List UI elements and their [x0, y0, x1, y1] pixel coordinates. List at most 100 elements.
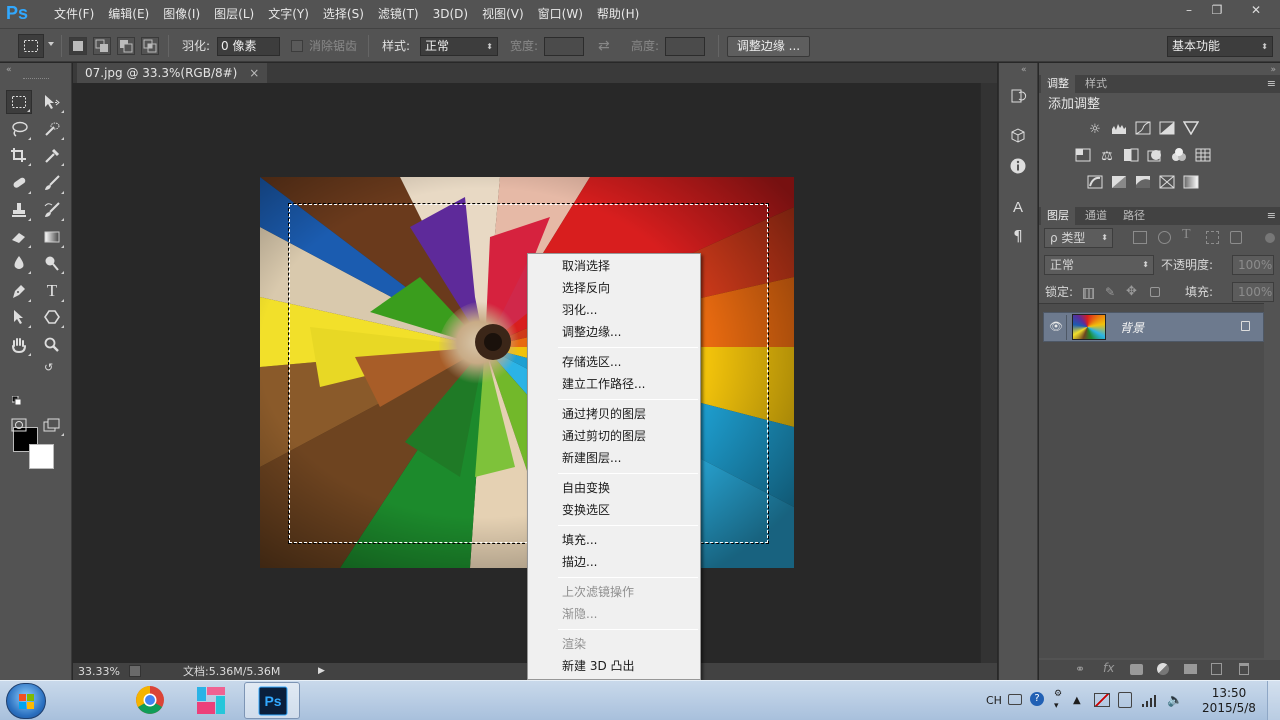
lock-all-icon[interactable]: [1150, 287, 1160, 297]
network-icon[interactable]: [1141, 681, 1157, 720]
action-center-icon[interactable]: [1094, 693, 1110, 707]
opacity-input[interactable]: 100%: [1232, 255, 1274, 275]
layer-lock-icon[interactable]: [1241, 321, 1250, 331]
antialias-checkbox[interactable]: [291, 40, 303, 52]
shape-filter-icon[interactable]: [1206, 231, 1219, 244]
shape-tool-icon[interactable]: [39, 305, 65, 329]
menu-type[interactable]: 文字(Y): [261, 0, 316, 28]
ctx-inverse[interactable]: 选择反向: [528, 277, 700, 299]
style-select[interactable]: 正常 ⬍: [420, 37, 498, 56]
quick-mask-icon[interactable]: [6, 413, 32, 437]
swap-dimensions-icon[interactable]: ⇄: [598, 29, 610, 63]
add-selection-icon[interactable]: [93, 37, 111, 55]
ctx-deselect[interactable]: 取消选择: [528, 255, 700, 277]
collapse-icon[interactable]: »: [1270, 65, 1276, 75]
taskbar-photoshop[interactable]: Ps: [244, 682, 300, 719]
ctx-layer-via-copy[interactable]: 通过拷贝的图层: [528, 403, 700, 425]
lock-pixels-icon[interactable]: ✎: [1105, 285, 1115, 299]
ctx-fill[interactable]: 填充...: [528, 529, 700, 551]
show-desktop-button[interactable]: [1267, 681, 1280, 720]
width-input[interactable]: [544, 37, 584, 56]
menu-view[interactable]: 视图(V): [475, 0, 531, 28]
ctx-new-3d-extrusion[interactable]: 新建 3D 凸出: [528, 655, 700, 677]
brush-tool-icon[interactable]: [39, 171, 65, 195]
close-button[interactable]: ✕: [1236, 1, 1276, 19]
type-filter-icon[interactable]: T: [1182, 227, 1191, 243]
tab-adjustments[interactable]: 调整: [1041, 75, 1075, 93]
menu-image[interactable]: 图像(I): [156, 0, 207, 28]
menu-help[interactable]: 帮助(H): [590, 0, 646, 28]
collapse-icon[interactable]: «: [6, 65, 12, 75]
restore-button[interactable]: ❐: [1203, 1, 1231, 19]
ime-settings-icon[interactable]: ⚙ ▾: [1054, 681, 1062, 720]
tab-paths[interactable]: 路径: [1117, 207, 1151, 225]
screen-mode-icon[interactable]: [39, 413, 65, 437]
document-tab[interactable]: 07.jpg @ 33.3%(RGB/8#) ×: [77, 63, 268, 83]
ctx-transform-selection[interactable]: 变换选区: [528, 499, 700, 521]
tab-layers[interactable]: 图层: [1041, 207, 1075, 225]
hand-tool-icon[interactable]: [6, 333, 32, 357]
filter-toggle-icon[interactable]: [1265, 233, 1275, 243]
grip-icon[interactable]: [23, 78, 49, 80]
default-colors-icon[interactable]: [11, 394, 22, 406]
blend-mode-select[interactable]: 正常 ⬍: [1044, 255, 1154, 275]
menu-edit[interactable]: 编辑(E): [101, 0, 156, 28]
workspace-select[interactable]: 基本功能 ⬍: [1167, 36, 1273, 57]
vertical-scrollbar[interactable]: [980, 83, 997, 663]
type-tool-icon[interactable]: T: [39, 279, 65, 303]
gradient-map-icon[interactable]: [1182, 175, 1200, 193]
3d-panel-icon[interactable]: [1007, 127, 1029, 149]
taskbar-chrome[interactable]: [122, 682, 178, 719]
clock[interactable]: 13:50 2015/5/8: [1198, 681, 1260, 720]
brightness-icon[interactable]: ☼: [1086, 121, 1104, 139]
zoom-level[interactable]: 33.33%: [78, 663, 120, 680]
rect-marquee-tool-icon[interactable]: [6, 90, 32, 114]
ctx-save-selection[interactable]: 存储选区...: [528, 351, 700, 373]
blur-tool-icon[interactable]: [6, 251, 32, 275]
selective-color-icon[interactable]: [1158, 175, 1176, 193]
levels-icon[interactable]: [1110, 121, 1128, 139]
black-white-icon[interactable]: [1122, 148, 1140, 166]
menu-select[interactable]: 选择(S): [316, 0, 371, 28]
exposure-icon[interactable]: [1158, 121, 1176, 139]
dodge-tool-icon[interactable]: [39, 251, 65, 275]
pen-tool-icon[interactable]: [6, 279, 32, 303]
lock-position-icon[interactable]: ✥: [1126, 284, 1137, 299]
subtract-selection-icon[interactable]: [117, 37, 135, 55]
menu-layer[interactable]: 图层(L): [207, 0, 261, 28]
lasso-tool-icon[interactable]: [6, 117, 32, 141]
keyboard-icon[interactable]: [1008, 694, 1022, 705]
paragraph-panel-icon[interactable]: ¶: [1007, 225, 1029, 247]
pixel-filter-icon[interactable]: [1133, 231, 1147, 244]
input-language[interactable]: CH: [986, 681, 1002, 720]
collapse-icon[interactable]: «: [1021, 65, 1027, 75]
layer-style-icon[interactable]: fx: [1103, 661, 1114, 675]
layer-name[interactable]: 背景: [1120, 319, 1144, 336]
height-input[interactable]: [665, 37, 705, 56]
ctx-free-transform[interactable]: 自由变换: [528, 477, 700, 499]
zoom-tool-icon[interactable]: [39, 333, 65, 357]
history-brush-tool-icon[interactable]: [39, 198, 65, 222]
new-group-icon[interactable]: [1184, 664, 1197, 674]
new-selection-icon[interactable]: [69, 37, 87, 55]
gradient-tool-icon[interactable]: [39, 225, 65, 249]
ctx-feather[interactable]: 羽化...: [528, 299, 700, 321]
color-lookup-icon[interactable]: [1194, 148, 1212, 166]
start-button[interactable]: [6, 683, 46, 719]
ctx-new-layer[interactable]: 新建图层...: [528, 447, 700, 469]
taskbar-app[interactable]: [183, 682, 239, 719]
ctx-refine-edge[interactable]: 调整边缘...: [528, 321, 700, 343]
eraser-tool-icon[interactable]: [6, 225, 32, 249]
hue-saturation-icon[interactable]: [1074, 148, 1092, 166]
visibility-eye-icon[interactable]: 👁: [1049, 320, 1063, 333]
status-menu-arrow-icon[interactable]: ▶: [318, 663, 325, 680]
smart-object-filter-icon[interactable]: [1230, 231, 1242, 244]
preset-arrow-icon[interactable]: [48, 42, 54, 46]
posterize-icon[interactable]: [1110, 175, 1128, 193]
tab-styles[interactable]: 样式: [1079, 75, 1113, 93]
layer-row-background[interactable]: 👁 背景: [1043, 312, 1264, 342]
character-panel-icon[interactable]: A: [1007, 197, 1029, 219]
new-layer-icon[interactable]: [1211, 663, 1222, 675]
device-icon[interactable]: [1118, 692, 1132, 708]
invert-icon[interactable]: [1086, 175, 1104, 193]
